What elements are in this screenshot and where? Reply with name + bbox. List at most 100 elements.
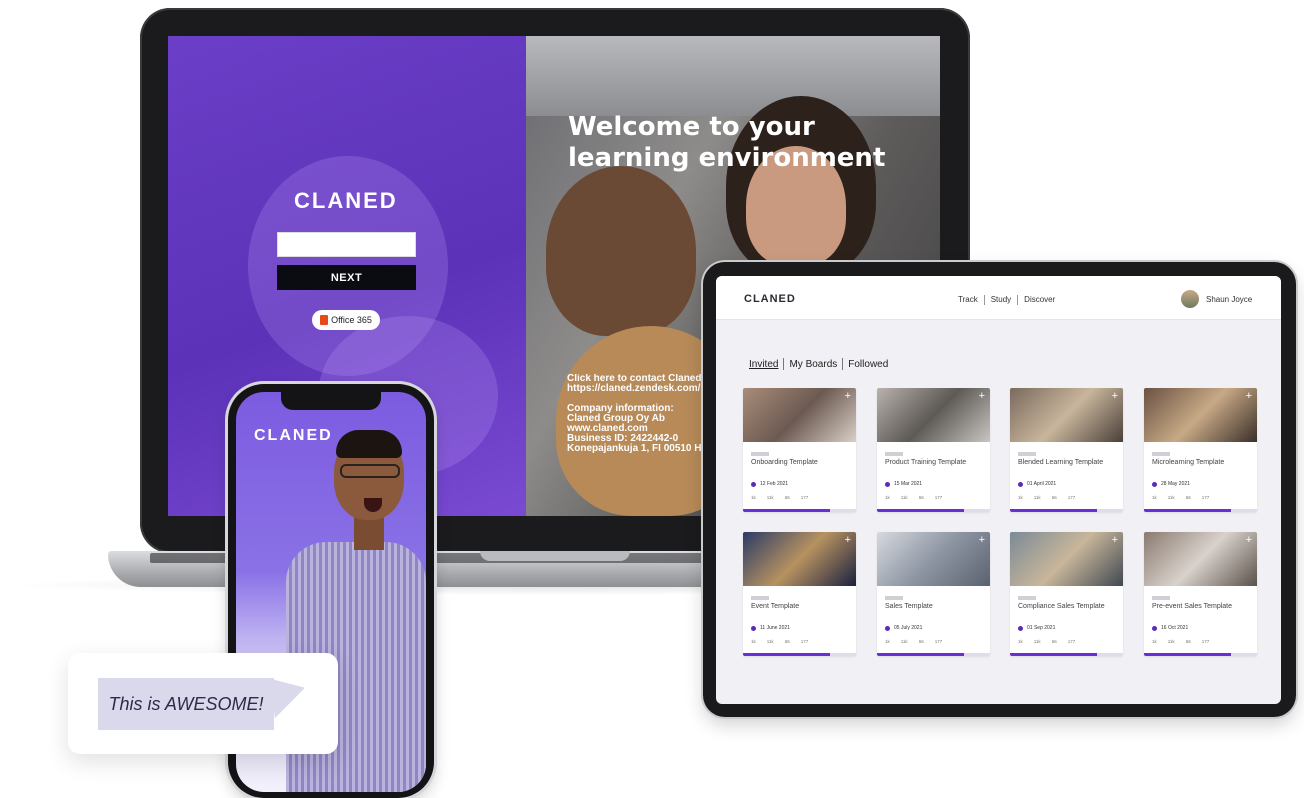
next-button[interactable]: NEXT [277, 265, 416, 290]
tab-invited[interactable]: Invited [744, 359, 783, 370]
office365-icon [320, 315, 329, 325]
login-email-input[interactable] [277, 232, 416, 257]
card-stats: 1k 11k 66 177 [1018, 639, 1075, 644]
stat-users: 11k [1033, 495, 1041, 500]
stat-likes: 177 [1201, 639, 1210, 644]
card-thumbnail [877, 532, 990, 586]
stat-comments: 66 [1051, 495, 1057, 500]
stat-docs: 1k [1018, 639, 1023, 644]
board-card[interactable]: + Blended Learning Template 01 April 2021 1… [1010, 388, 1123, 512]
card-title: Sales Template [885, 603, 933, 610]
board-card[interactable]: + Compliance Sales Template 01 Sep 2021 1k 1… [1010, 532, 1123, 656]
card-tag-placeholder [751, 452, 769, 456]
card-tag-placeholder [885, 596, 903, 600]
office365-login-button[interactable]: Office 365 [312, 310, 380, 330]
progress-fill [1010, 653, 1097, 656]
phone-claned-logo: CLANED [254, 427, 333, 444]
plus-icon[interactable]: + [1112, 390, 1118, 402]
app-header: CLANED Track Study Discover Shaun Joyce [716, 276, 1281, 320]
plus-icon[interactable]: + [845, 390, 851, 402]
progress-fill [877, 509, 964, 512]
card-date: 05 July 2021 [894, 625, 923, 631]
board-card[interactable]: + Event Template 11 June 2021 1k 11k 66 177 [743, 532, 856, 656]
stat-comments: 66 [918, 639, 924, 644]
card-date: 11 June 2021 [760, 625, 790, 631]
board-card[interactable]: + Product Training Template 15 Mar 2021 1k 1… [877, 388, 990, 512]
card-thumbnail [743, 532, 856, 586]
glasses [340, 464, 400, 478]
nav-track[interactable]: Track [952, 295, 984, 305]
board-card[interactable]: + Microlearning Template 28 May 2021 1k 11k 6… [1144, 388, 1257, 512]
user-name[interactable]: Shaun Joyce [1206, 295, 1252, 304]
card-thumbnail [877, 388, 990, 442]
progress-fill [1144, 653, 1231, 656]
progress-bar [1010, 653, 1123, 656]
tab-followed[interactable]: Followed [843, 359, 893, 370]
card-tag-placeholder [1018, 596, 1036, 600]
stat-users: 11k [900, 639, 908, 644]
stat-users: 11k [766, 495, 774, 500]
progress-bar [743, 509, 856, 512]
welcome-heading: Welcome to your learning environment [568, 112, 908, 174]
plus-icon[interactable]: + [1246, 534, 1252, 546]
stat-likes: 177 [1201, 495, 1210, 500]
card-stats: 1k 11k 66 177 [1152, 495, 1209, 500]
stat-docs: 1k [885, 639, 890, 644]
stat-comments: 66 [1185, 495, 1191, 500]
calendar-dot-icon [751, 482, 756, 487]
stat-comments: 66 [784, 639, 790, 644]
board-card[interactable]: + Pre-event Sales Template 16 Oct 2021 1k 11… [1144, 532, 1257, 656]
stat-docs: 1k [1018, 495, 1023, 500]
user-avatar[interactable] [1181, 290, 1199, 308]
progress-bar [877, 653, 990, 656]
plus-icon[interactable]: + [1112, 534, 1118, 546]
stat-docs: 1k [885, 495, 890, 500]
tab-my-boards[interactable]: My Boards [784, 359, 842, 370]
card-title: Onboarding Template [751, 459, 818, 466]
stat-docs: 1k [1152, 639, 1157, 644]
card-stats: 1k 11k 66 177 [885, 639, 942, 644]
app-logo[interactable]: CLANED [744, 293, 796, 305]
stat-comments: 66 [1185, 639, 1191, 644]
progress-bar [743, 653, 856, 656]
stat-likes: 177 [934, 495, 943, 500]
card-tag-placeholder [751, 596, 769, 600]
progress-bar [1010, 509, 1123, 512]
welcome-line-1: Welcome to your [568, 112, 815, 142]
tablet-screen: CLANED Track Study Discover Shaun Joyce … [716, 276, 1281, 704]
calendar-dot-icon [1018, 626, 1023, 631]
calendar-dot-icon [885, 482, 890, 487]
card-stats: 1k 11k 66 177 [885, 495, 942, 500]
plus-icon[interactable]: + [979, 534, 985, 546]
card-tag-placeholder [1152, 596, 1170, 600]
ceiling [526, 36, 940, 116]
progress-fill [743, 509, 830, 512]
stat-comments: 66 [784, 495, 790, 500]
calendar-dot-icon [885, 626, 890, 631]
phone-person-hair [336, 430, 402, 458]
plus-icon[interactable]: + [1246, 390, 1252, 402]
board-card[interactable]: + Onboarding Template 12 Feb 2021 1k 11k 66 17… [743, 388, 856, 512]
nav-study[interactable]: Study [985, 295, 1017, 305]
card-date: 28 May 2021 [1161, 481, 1190, 487]
boards-tabs: Invited My Boards Followed [744, 358, 893, 370]
stat-likes: 177 [1067, 495, 1076, 500]
nav-discover[interactable]: Discover [1018, 295, 1061, 305]
stat-comments: 66 [1051, 639, 1057, 644]
plus-icon[interactable]: + [979, 390, 985, 402]
stat-users: 11k [900, 495, 908, 500]
stat-docs: 1k [751, 639, 756, 644]
card-date: 16 Oct 2021 [1161, 625, 1189, 631]
progress-bar [877, 509, 990, 512]
card-title: Compliance Sales Template [1018, 603, 1105, 610]
card-thumbnail [1010, 532, 1123, 586]
board-card[interactable]: + Sales Template 05 July 2021 1k 11k 66 177 [877, 532, 990, 656]
plus-icon[interactable]: + [845, 534, 851, 546]
card-title: Product Training Template [885, 459, 967, 466]
marketing-composite: CLANED NEXT Office 365 Welcome to your l… [0, 0, 1304, 798]
office365-label: Office 365 [331, 315, 372, 325]
stat-likes: 177 [800, 495, 809, 500]
stat-likes: 177 [934, 639, 943, 644]
stat-docs: 1k [1152, 495, 1157, 500]
stat-users: 11k [1167, 495, 1175, 500]
